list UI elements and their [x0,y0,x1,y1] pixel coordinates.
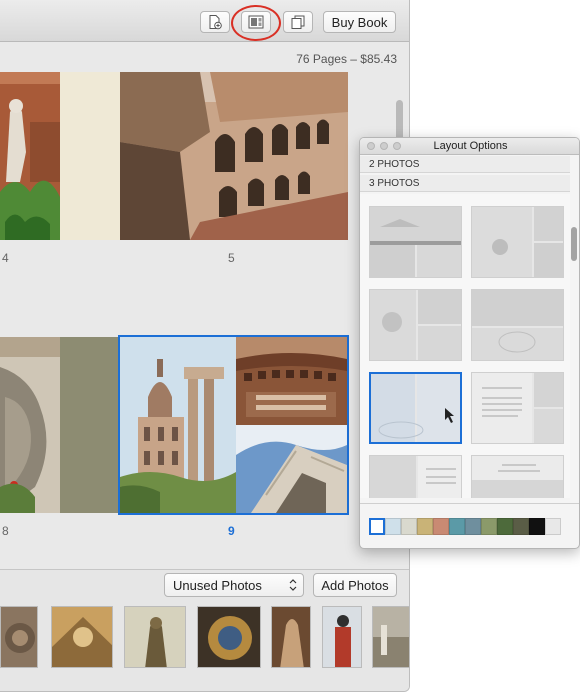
colosseum-arcade-photo[interactable] [120,72,348,240]
photo-thumbnail[interactable] [197,606,261,668]
photo-thumbnail[interactable] [0,606,38,668]
blank-page[interactable] [60,72,120,240]
page-label-partial: 4 [2,251,9,265]
selected-page[interactable] [118,335,349,515]
layout-thumbnail[interactable] [471,455,564,498]
layout-thumbnail[interactable] [471,372,564,444]
colosseum-arcade-image [120,72,348,240]
color-swatch[interactable] [529,518,545,535]
color-swatch-selected[interactable] [369,518,385,535]
book-spread[interactable] [0,337,120,513]
toolbar: Buy Book [0,0,409,42]
color-swatch[interactable] [401,518,417,535]
panel-scrollbar[interactable] [571,227,577,261]
add-page-button[interactable] [200,11,230,33]
photo-filter-value: Unused Photos [173,577,262,593]
pages-icon [291,15,305,29]
minimize-button[interactable] [380,142,388,150]
color-swatch[interactable] [449,518,465,535]
background-color-swatches [369,518,561,535]
ruin-fragment-image [0,337,60,513]
book-spread[interactable] [0,72,348,240]
layout-thumbnail[interactable] [369,289,462,361]
divider [360,503,579,504]
layout-thumbnail[interactable] [369,455,462,498]
photo-thumbnail[interactable] [322,606,362,668]
arch-of-titus-image [236,425,347,513]
church-photo[interactable] [120,337,236,513]
colosseum-interior-photo[interactable] [236,337,347,425]
color-swatch[interactable] [385,518,401,535]
arch-of-titus-photo[interactable] [236,425,347,513]
highlight-circle [231,5,281,41]
color-swatch[interactable] [433,518,449,535]
color-swatch[interactable] [497,518,513,535]
photo-book-window: Buy Book 76 Pages – $85.43 4 5 8 9 Unuse… [0,0,410,692]
blank-page[interactable] [60,337,120,513]
color-swatch[interactable] [417,518,433,535]
layout-options-panel: Layout Options 2 PHOTOS 3 PHOTOS [359,137,580,549]
color-swatch[interactable] [465,518,481,535]
add-photos-button[interactable]: Add Photos [313,573,397,597]
statue-photo[interactable] [0,72,60,240]
layout-thumbnail[interactable] [471,206,564,278]
zoom-button[interactable] [393,142,401,150]
page-label-selected: 9 [228,524,235,538]
ruin-fragment-photo[interactable] [0,337,60,513]
page-label-partial: 8 [2,524,9,538]
statue-image [0,72,60,240]
updown-chevron-icon [289,578,297,595]
photo-thumbnail[interactable] [124,606,186,668]
page-count-price: 76 Pages – $85.43 [296,52,397,66]
add-page-icon [209,15,222,30]
layout-thumbnail[interactable] [369,206,462,278]
photo-filter-select[interactable]: Unused Photos [164,573,304,597]
page-label: 5 [228,251,235,265]
layout-grid [360,194,570,498]
layout-thumbnail[interactable] [471,289,564,361]
layout-thumbnail-selected[interactable] [369,372,462,444]
pages-view-button[interactable] [283,11,313,33]
photo-thumbnail[interactable] [271,606,311,668]
close-button[interactable] [367,142,375,150]
church-image [120,337,236,513]
photo-thumbnail[interactable] [372,606,409,668]
layout-category[interactable]: 3 PHOTOS [360,175,570,192]
buy-book-button[interactable]: Buy Book [323,11,396,33]
color-swatch[interactable] [545,518,561,535]
colosseum-interior-image [236,337,347,425]
color-swatch[interactable] [513,518,529,535]
layout-category[interactable]: 2 PHOTOS [360,156,570,173]
color-swatch[interactable] [481,518,497,535]
photo-thumbnail[interactable] [51,606,113,668]
